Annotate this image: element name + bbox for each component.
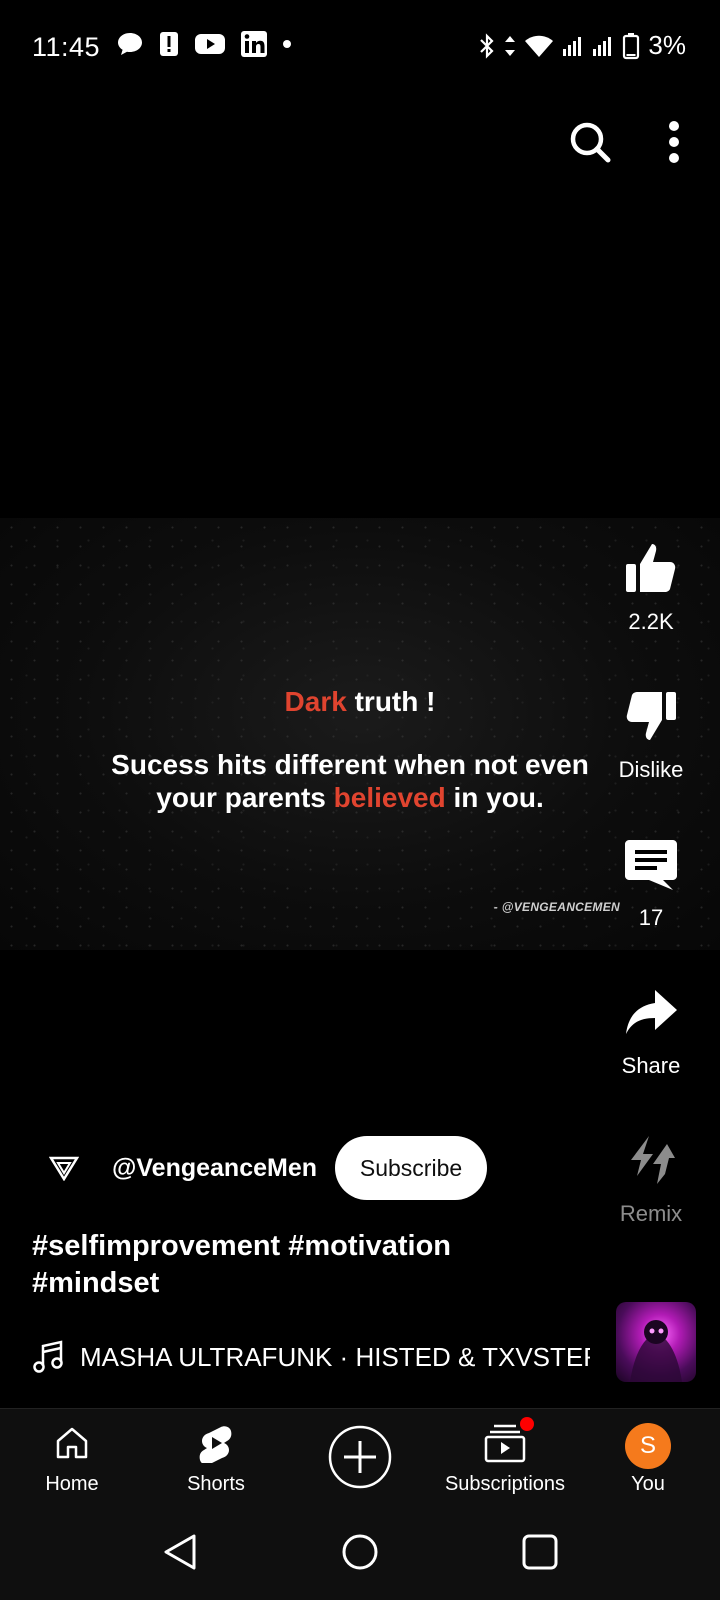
nav-create[interactable] (310, 1409, 410, 1505)
status-bar: 11:45 3% (0, 0, 720, 96)
chat-bubble-icon (118, 33, 142, 55)
remix-label: Remix (619, 1201, 683, 1226)
nav-subscriptions-label: Subscriptions (444, 1473, 566, 1495)
remix-button[interactable]: Remix (596, 1132, 706, 1227)
youtube-icon (195, 34, 225, 54)
thumbs-down-icon (626, 692, 676, 740)
nav-home[interactable]: Home (22, 1409, 122, 1505)
comments-button[interactable]: 17 (596, 836, 706, 931)
comment-count: 17 (638, 905, 664, 930)
status-time: 11:45 (32, 32, 101, 62)
video-caption[interactable]: #selfimprovement #motivation #mindset (32, 1228, 552, 1302)
home-circle-icon[interactable] (340, 1532, 380, 1572)
music-note-icon (33, 1340, 63, 1373)
nav-shorts[interactable]: Shorts (166, 1409, 266, 1505)
dislike-label: Dislike (618, 757, 684, 782)
caption-line: #selfimprovement #motivation (32, 1230, 451, 1262)
wifi-icon (525, 35, 554, 57)
like-button[interactable]: 2.2K (596, 540, 706, 635)
sound-thumbnail[interactable] (616, 1302, 696, 1382)
avatar: S (625, 1423, 671, 1469)
nav-home-label: Home (45, 1473, 99, 1495)
signal-icon (593, 36, 612, 56)
remix-icon (631, 1136, 675, 1184)
notification-dot (520, 1417, 534, 1431)
share-icon (626, 990, 677, 1034)
linkedin-icon (241, 31, 267, 57)
dot-icon (283, 40, 291, 48)
battery-icon (623, 32, 640, 59)
video-quote-body: Sucess hits different when not even your… (111, 749, 589, 813)
nav-you[interactable]: S You (598, 1409, 698, 1505)
dislike-button[interactable]: Dislike (596, 688, 706, 783)
channel-avatar[interactable] (40, 1144, 88, 1192)
signal-icon (563, 36, 582, 56)
comment-icon (625, 840, 677, 890)
home-icon (56, 1427, 88, 1459)
channel-logo-icon (49, 1156, 79, 1181)
top-actions (568, 120, 680, 164)
more-vertical-icon[interactable] (668, 120, 680, 164)
shorts-icon (199, 1426, 232, 1463)
data-arrows-icon (505, 35, 516, 56)
search-icon[interactable] (568, 120, 612, 164)
caption-line: #mindset (32, 1267, 160, 1299)
nav-subscriptions[interactable]: Subscriptions (440, 1409, 570, 1505)
alert-icon (160, 32, 178, 56)
battery-percent: 3% (648, 30, 686, 60)
subscriptions-icon (484, 1424, 526, 1463)
channel-handle[interactable]: @VengeanceMen (112, 1154, 317, 1183)
system-icons: 3% (478, 30, 686, 61)
sound-art-image (630, 1320, 682, 1382)
system-nav-bar (0, 1504, 720, 1600)
subscribe-button[interactable]: Subscribe (335, 1136, 488, 1200)
notification-icons (116, 30, 292, 58)
nav-you-label: You (631, 1473, 665, 1495)
bluetooth-icon (480, 32, 494, 59)
add-icon (328, 1425, 392, 1489)
music-track: MASHA ULTRAFUNK · HISTED & TXVSTERPLAYA (80, 1341, 590, 1372)
share-label: Share (621, 1053, 681, 1078)
share-button[interactable]: Share (596, 984, 706, 1079)
music-row[interactable]: MASHA ULTRAFUNK · HISTED & TXVSTERPLAYA (32, 1340, 590, 1374)
recents-icon[interactable] (520, 1532, 560, 1572)
bottom-nav: Home Shorts Subscriptions S You (0, 1408, 720, 1504)
thumbs-up-icon (626, 544, 676, 592)
subscriptions-icon-wrap (484, 1417, 534, 1463)
channel-row: @VengeanceMen Subscribe (40, 1136, 488, 1200)
nav-shorts-label: Shorts (187, 1473, 245, 1495)
like-count: 2.2K (628, 609, 674, 634)
back-icon[interactable] (160, 1532, 200, 1572)
